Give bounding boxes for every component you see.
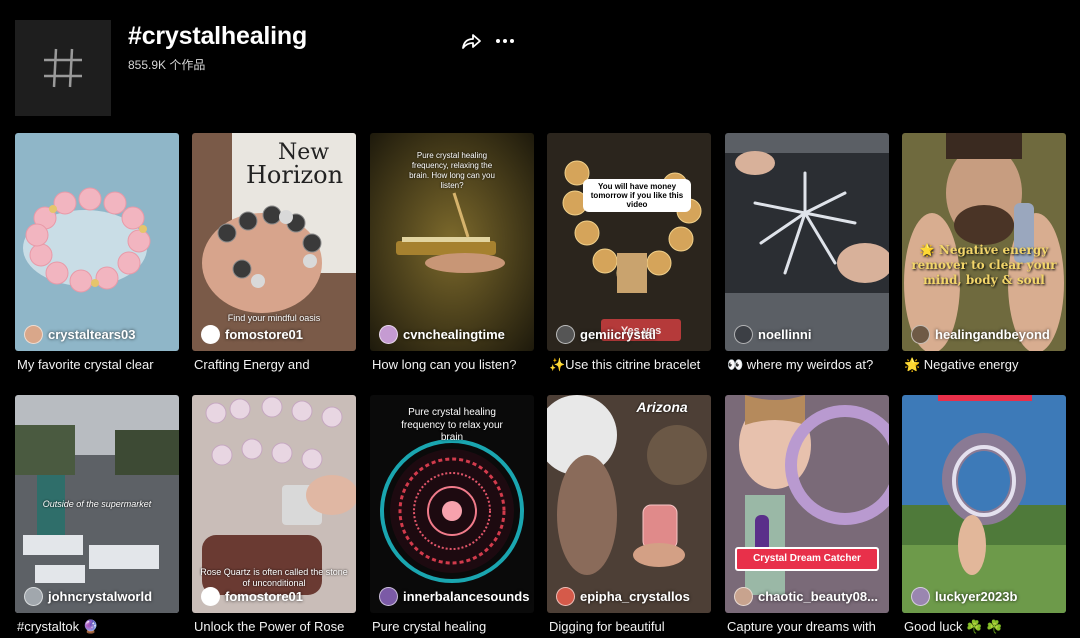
avatar: [734, 324, 753, 344]
video-author[interactable]: innerbalancesounds: [379, 586, 530, 606]
avatar: [556, 586, 575, 606]
overlay-text: Find your mindful oasis: [227, 313, 321, 323]
video-caption[interactable]: Pure crystal healing: [372, 619, 536, 634]
avatar: [201, 586, 220, 606]
video-thumbnail[interactable]: Pure crystal healing frequency to relax …: [370, 395, 534, 613]
more-options-button[interactable]: [494, 30, 516, 52]
video-caption[interactable]: Unlock the Power of Rose: [194, 619, 358, 634]
avatar: [379, 586, 398, 606]
video-author[interactable]: luckyer2023b: [911, 586, 1018, 606]
thumbnail-image: [725, 395, 889, 613]
video-author[interactable]: gemiicrystal: [556, 324, 656, 344]
overlay-text-box: You will have money tomorrow if you like…: [583, 179, 691, 212]
author-name: innerbalancesounds: [403, 588, 530, 604]
author-name: epipha_crystallos: [580, 588, 690, 604]
thumbnail-image: [547, 395, 711, 613]
author-name: fomostore01: [225, 326, 304, 342]
video-author[interactable]: chaotic_beauty08...: [734, 586, 878, 606]
video-thumbnail[interactable]: Arizona epipha_crystallos: [547, 395, 711, 613]
thumbnail-image: [902, 133, 1066, 351]
video-count: 855.9K 个作品: [128, 58, 206, 72]
thumbnail-image: [547, 133, 711, 351]
author-name: crystaltears03: [48, 326, 136, 342]
video-thumbnail[interactable]: Crystal Dream Catcher chaotic_beauty08..…: [725, 395, 889, 613]
overlay-text: 🌟 Negative energy remover to clear your …: [911, 243, 1057, 287]
author-name: gemiicrystal: [580, 326, 656, 342]
author-name: johncrystalworld: [48, 588, 153, 604]
avatar: [201, 324, 220, 344]
author-name: fomostore01: [225, 588, 304, 604]
overlay-text: Outside of the supermarket: [42, 499, 152, 509]
overlay-badge: Crystal Dream Catcher: [735, 547, 879, 571]
author-name: luckyer2023b: [935, 588, 1018, 604]
video-thumbnail[interactable]: New Horizon Find your mindful oasis fomo…: [192, 133, 356, 351]
author-name: cvnchealingtime: [403, 326, 505, 342]
hashtag-icon: [44, 48, 82, 88]
more-options-icon: [496, 39, 514, 43]
overlay-text: Arizona: [636, 399, 688, 415]
video-author[interactable]: noellinni: [734, 324, 812, 344]
video-caption[interactable]: How long can you listen?: [372, 357, 536, 372]
avatar: [379, 324, 398, 344]
thumbnail-image: [902, 395, 1066, 613]
thumbnail-image: [15, 133, 179, 351]
video-caption[interactable]: Capture your dreams with: [727, 619, 891, 634]
page-title: #crystalhealing: [128, 22, 308, 50]
author-name: chaotic_beauty08...: [758, 588, 878, 604]
avatar: [24, 324, 43, 344]
video-author[interactable]: fomostore01: [201, 586, 304, 606]
avatar: [556, 324, 575, 344]
video-thumbnail[interactable]: crystaltears03: [15, 133, 179, 351]
video-thumbnail[interactable]: Pure crystal healing frequency, relaxing…: [370, 133, 534, 351]
video-caption[interactable]: #crystaltok 🔮: [17, 619, 181, 635]
overlay-text: Pure crystal healing frequency to relax …: [401, 407, 503, 443]
video-author[interactable]: crystaltears03: [24, 324, 136, 344]
author-name: healingandbeyond: [935, 326, 1050, 342]
video-author[interactable]: epipha_crystallos: [556, 586, 690, 606]
video-caption[interactable]: 👀 where my weirdos at?: [727, 357, 891, 373]
author-name: noellinni: [758, 326, 812, 342]
video-caption[interactable]: Digging for beautiful: [549, 619, 713, 634]
video-caption[interactable]: ✨Use this citrine bracelet: [549, 357, 713, 373]
avatar: [911, 586, 930, 606]
video-caption[interactable]: 🌟 Negative energy: [904, 357, 1068, 373]
avatar: [24, 586, 43, 606]
video-author[interactable]: healingandbeyond: [911, 324, 1050, 344]
share-icon: [462, 34, 481, 49]
thumbnail-image: [725, 133, 889, 351]
avatar: [734, 586, 753, 606]
share-button[interactable]: [460, 30, 482, 52]
video-caption[interactable]: Crafting Energy and: [194, 357, 358, 372]
video-caption[interactable]: My favorite crystal clear: [17, 357, 181, 372]
video-author[interactable]: fomostore01: [201, 324, 304, 344]
video-author[interactable]: cvnchealingtime: [379, 324, 505, 344]
video-thumbnail[interactable]: 🌟 Negative energy remover to clear your …: [902, 133, 1066, 351]
hashtag-header: #crystalhealing 855.9K 个作品: [0, 0, 1080, 130]
video-thumbnail[interactable]: luckyer2023b: [902, 395, 1066, 613]
video-thumbnail[interactable]: You will have money tomorrow if you like…: [547, 133, 711, 351]
video-thumbnail[interactable]: Rose Quartz is often called the stone of…: [192, 395, 356, 613]
overlay-text: Pure crystal healing frequency, relaxing…: [409, 151, 495, 190]
video-author[interactable]: johncrystalworld: [24, 586, 153, 606]
video-thumbnail[interactable]: Outside of the supermarket johncrystalwo…: [15, 395, 179, 613]
video-caption[interactable]: Good luck ☘️ ☘️: [904, 619, 1068, 635]
avatar: [911, 324, 930, 344]
video-thumbnail[interactable]: noellinni: [725, 133, 889, 351]
hashtag-avatar: [15, 20, 111, 116]
svg-text:Horizon: Horizon: [246, 161, 343, 189]
